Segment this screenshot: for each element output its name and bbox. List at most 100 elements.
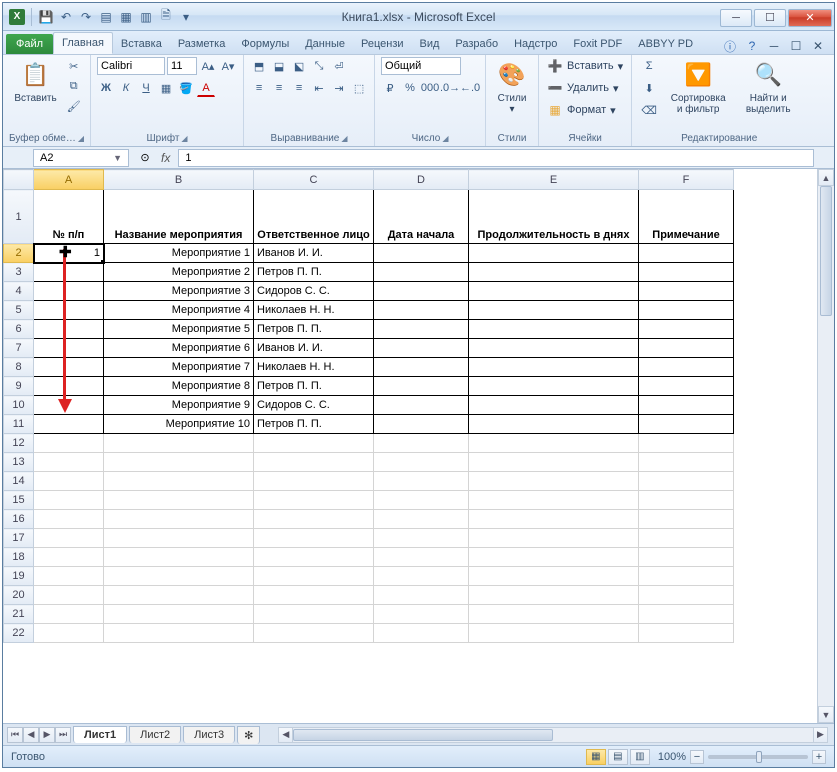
scroll-up-icon[interactable]: ▲ (818, 169, 834, 186)
cell[interactable] (639, 529, 734, 548)
table-header-cell[interactable]: Примечание (639, 190, 734, 244)
decrease-indent-icon[interactable]: ⇤ (310, 79, 328, 97)
help-icon[interactable]: ? (744, 38, 760, 54)
align-middle-icon[interactable]: ⬓ (270, 57, 288, 75)
row-header[interactable]: 16 (4, 510, 34, 529)
row-header[interactable]: 20 (4, 586, 34, 605)
cell[interactable] (254, 510, 374, 529)
row-header[interactable]: 11 (4, 415, 34, 434)
cell[interactable] (254, 434, 374, 453)
row-header[interactable]: 12 (4, 434, 34, 453)
tab-review[interactable]: Рецензи (353, 34, 412, 54)
cell[interactable] (104, 624, 254, 643)
dialog-launcher-icon[interactable]: ◢ (341, 134, 347, 143)
vertical-scrollbar[interactable]: ▲ ▼ (817, 169, 834, 723)
cell[interactable]: Сидоров С. С. (254, 396, 374, 415)
cell[interactable]: Петров П. П. (254, 263, 374, 282)
cell[interactable] (374, 244, 469, 263)
qat-more-icon[interactable]: ▾ (178, 9, 194, 25)
cell[interactable] (34, 529, 104, 548)
fill-color-icon[interactable]: 🪣 (177, 79, 195, 97)
cell[interactable]: Николаев Н. Н. (254, 358, 374, 377)
cell[interactable] (639, 605, 734, 624)
cell[interactable]: Сидоров С. С. (254, 282, 374, 301)
cell[interactable] (639, 377, 734, 396)
cell[interactable] (469, 339, 639, 358)
print-preview-icon[interactable]: 🗎 (158, 9, 174, 25)
cell[interactable] (469, 282, 639, 301)
chevron-down-icon[interactable]: ▼ (113, 153, 122, 163)
column-header[interactable]: C (254, 170, 374, 190)
cell[interactable] (374, 453, 469, 472)
zoom-in-button[interactable]: + (812, 750, 826, 764)
cell[interactable] (104, 548, 254, 567)
zoom-level[interactable]: 100% (658, 751, 686, 763)
cell[interactable] (34, 548, 104, 567)
row-header[interactable]: 9 (4, 377, 34, 396)
tab-view[interactable]: Вид (412, 34, 448, 54)
cell[interactable] (374, 586, 469, 605)
cell[interactable] (34, 491, 104, 510)
window-restore-icon[interactable]: ☐ (788, 38, 804, 54)
decrease-font-icon[interactable]: A▾ (219, 57, 237, 75)
qat-icon[interactable]: ▥ (138, 9, 154, 25)
align-bottom-icon[interactable]: ⬕ (290, 57, 308, 75)
cell[interactable] (374, 624, 469, 643)
window-close-icon[interactable]: ✕ (810, 38, 826, 54)
cell[interactable]: Петров П. П. (254, 320, 374, 339)
increase-font-icon[interactable]: A▴ (199, 57, 217, 75)
cell[interactable] (104, 434, 254, 453)
clear-icon[interactable]: ⌫ (638, 101, 660, 119)
dialog-launcher-icon[interactable]: ◢ (78, 134, 84, 143)
cell[interactable] (469, 263, 639, 282)
cell[interactable] (254, 453, 374, 472)
wrap-text-icon[interactable]: ⏎ (330, 57, 348, 75)
file-tab[interactable]: Файл (6, 34, 53, 54)
comma-icon[interactable]: 000 (421, 79, 439, 97)
row-header[interactable]: 6 (4, 320, 34, 339)
cell[interactable] (104, 472, 254, 491)
cell[interactable] (34, 358, 104, 377)
increase-indent-icon[interactable]: ⇥ (330, 79, 348, 97)
tab-data[interactable]: Данные (297, 34, 353, 54)
cell[interactable]: Мероприятие 1 (104, 244, 254, 263)
cell[interactable] (254, 567, 374, 586)
sheet-tab-2[interactable]: Лист2 (129, 726, 181, 743)
cell[interactable] (34, 472, 104, 491)
cell[interactable] (104, 586, 254, 605)
close-button[interactable]: ✕ (788, 9, 832, 27)
cell[interactable]: Мероприятие 9 (104, 396, 254, 415)
cell[interactable] (469, 548, 639, 567)
cell[interactable]: Мероприятие 7 (104, 358, 254, 377)
cell[interactable] (639, 434, 734, 453)
cell[interactable] (469, 491, 639, 510)
tab-foxit[interactable]: Foxit PDF (565, 34, 630, 54)
sort-filter-button[interactable]: 🔽 Сортировка и фильтр (664, 57, 732, 117)
cell[interactable] (639, 491, 734, 510)
horizontal-scrollbar[interactable]: ◀ ▶ (278, 727, 828, 743)
row-header[interactable]: 17 (4, 529, 34, 548)
cell[interactable] (639, 624, 734, 643)
align-center-icon[interactable]: ≡ (270, 79, 288, 97)
paste-button[interactable]: 📋 Вставить (10, 57, 60, 106)
font-name-select[interactable]: Calibri (97, 57, 165, 75)
cell[interactable] (374, 339, 469, 358)
cell[interactable]: Мероприятие 2 (104, 263, 254, 282)
cell[interactable] (104, 453, 254, 472)
cell[interactable] (34, 434, 104, 453)
cell[interactable] (374, 510, 469, 529)
cell[interactable] (469, 377, 639, 396)
cell[interactable] (639, 244, 734, 263)
tab-formulas[interactable]: Формулы (233, 34, 297, 54)
cell[interactable] (469, 605, 639, 624)
cell[interactable] (104, 510, 254, 529)
styles-button[interactable]: 🎨 Стили▾ (492, 57, 532, 117)
cell[interactable] (254, 472, 374, 491)
save-icon[interactable]: 💾 (38, 9, 54, 25)
cell[interactable] (639, 453, 734, 472)
cell[interactable] (469, 624, 639, 643)
cell[interactable] (104, 605, 254, 624)
cell[interactable] (374, 396, 469, 415)
tab-addins[interactable]: Надстро (506, 34, 565, 54)
row-header[interactable]: 1 (4, 190, 34, 244)
